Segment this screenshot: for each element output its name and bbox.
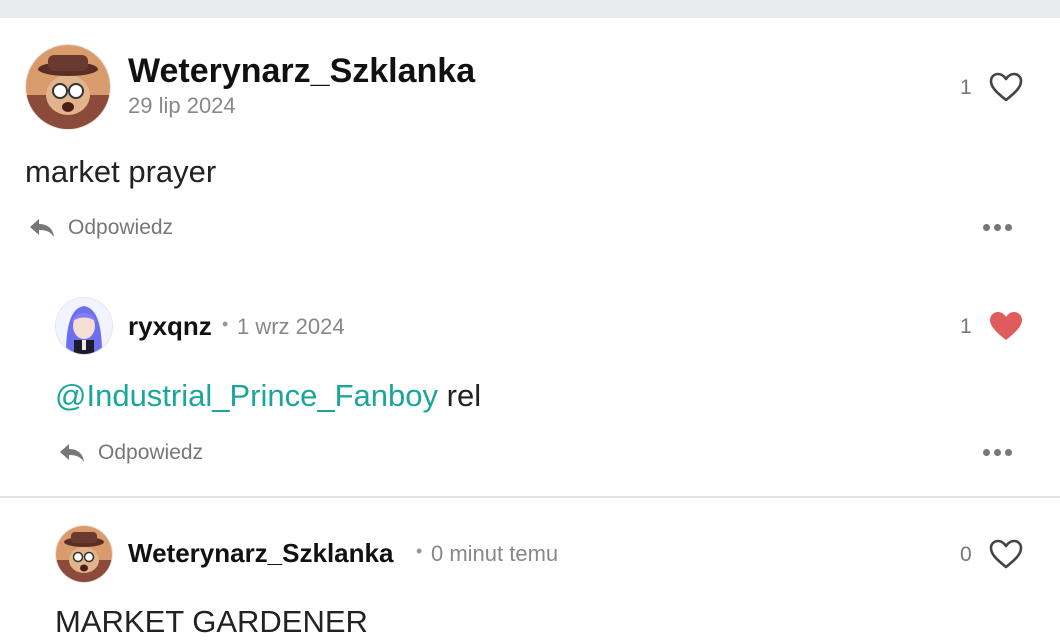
comment-date: 0 minut temu xyxy=(431,541,559,566)
comment-reply: Weterynarz_Szklanka • 0 minut temu 0 MAR… xyxy=(0,0,1060,639)
like-count: 0 xyxy=(960,543,972,566)
username[interactable]: Weterynarz_Szklanka xyxy=(128,538,393,569)
heart-icon[interactable] xyxy=(988,538,1024,570)
comment-text: MARKET GARDENER xyxy=(55,604,368,639)
separator-dot: • xyxy=(416,541,423,561)
avatar[interactable] xyxy=(56,526,112,582)
